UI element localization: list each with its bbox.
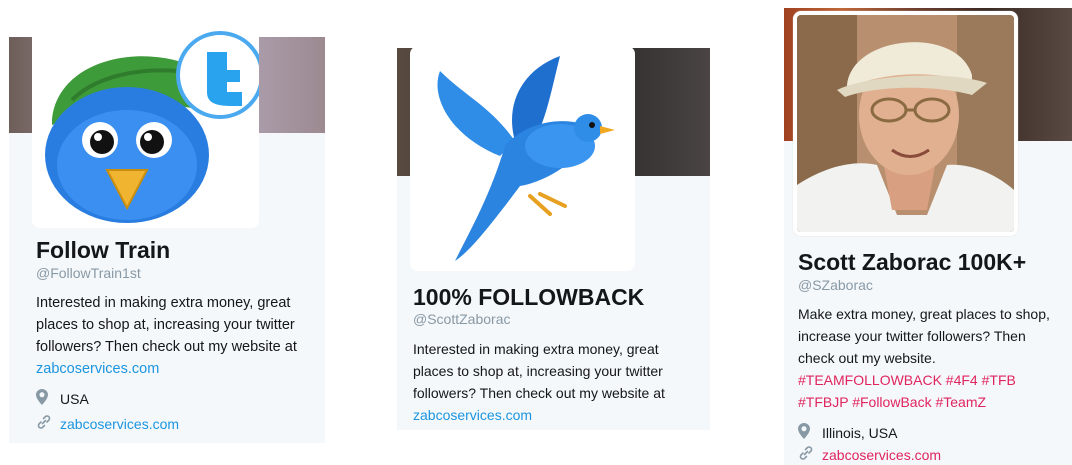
profile-bio: Make extra money, great places to shop, … xyxy=(798,303,1072,413)
profile-avatar[interactable] xyxy=(793,11,1018,236)
bio-line: places to shop at, increasing your twitt… xyxy=(413,363,663,379)
profile-avatar[interactable] xyxy=(32,30,259,228)
profile-name[interactable]: Follow Train xyxy=(36,237,170,264)
bio-line: followers? Then check out my website at xyxy=(413,385,665,401)
bio-line: check out my website. xyxy=(798,350,936,366)
bio-line: Make extra money, great places to shop, xyxy=(798,306,1050,322)
website-link[interactable]: zabcoservices.com xyxy=(822,447,941,463)
profile-website[interactable]: zabcoservices.com xyxy=(36,414,179,433)
location-pin-icon xyxy=(798,423,816,442)
location-pin-icon xyxy=(36,389,54,408)
profile-bio: Interested in making extra money, great … xyxy=(36,292,321,380)
profile-handle[interactable]: @SZaborac xyxy=(798,277,873,293)
profile-name[interactable]: 100% FOLLOWBACK xyxy=(413,284,644,311)
bio-line: Interested in making extra money, great xyxy=(413,341,659,357)
profile-avatar[interactable] xyxy=(410,46,635,271)
profile-location: USA xyxy=(36,389,89,408)
location-text: Illinois, USA xyxy=(822,424,898,441)
bio-hashtags[interactable]: #TEAMFOLLOWBACK #4F4 #TFB xyxy=(798,369,1072,391)
link-icon xyxy=(798,445,816,464)
location-text: USA xyxy=(60,390,89,407)
man-portrait-photo xyxy=(797,15,1014,232)
profile-handle[interactable]: @ScottZaborac xyxy=(413,311,510,327)
bio-line: increase your twitter followers? Then xyxy=(798,328,1026,344)
cartoon-bird-cap-icon xyxy=(45,31,259,223)
profile-name[interactable]: Scott Zaborac 100K+ xyxy=(798,249,1026,276)
bio-link[interactable]: zabcoservices.com xyxy=(36,358,321,380)
flying-bird-icon xyxy=(437,56,615,261)
profile-website[interactable]: zabcoservices.com xyxy=(798,445,941,464)
bio-hashtags[interactable]: #TFBJP #FollowBack #TeamZ xyxy=(798,391,1072,413)
website-link[interactable]: zabcoservices.com xyxy=(60,416,179,432)
bio-line: places to shop at, increasing your twitt… xyxy=(36,317,295,333)
bio-line: Interested in making extra money, great xyxy=(36,295,291,311)
profile-location: Illinois, USA xyxy=(798,423,897,442)
profile-bio: Interested in making extra money, great … xyxy=(413,338,703,426)
link-icon xyxy=(36,414,54,433)
profile-handle[interactable]: @FollowTrain1st xyxy=(36,265,141,281)
bio-link[interactable]: zabcoservices.com xyxy=(413,404,703,426)
bio-line: followers? Then check out my website at xyxy=(36,339,297,355)
